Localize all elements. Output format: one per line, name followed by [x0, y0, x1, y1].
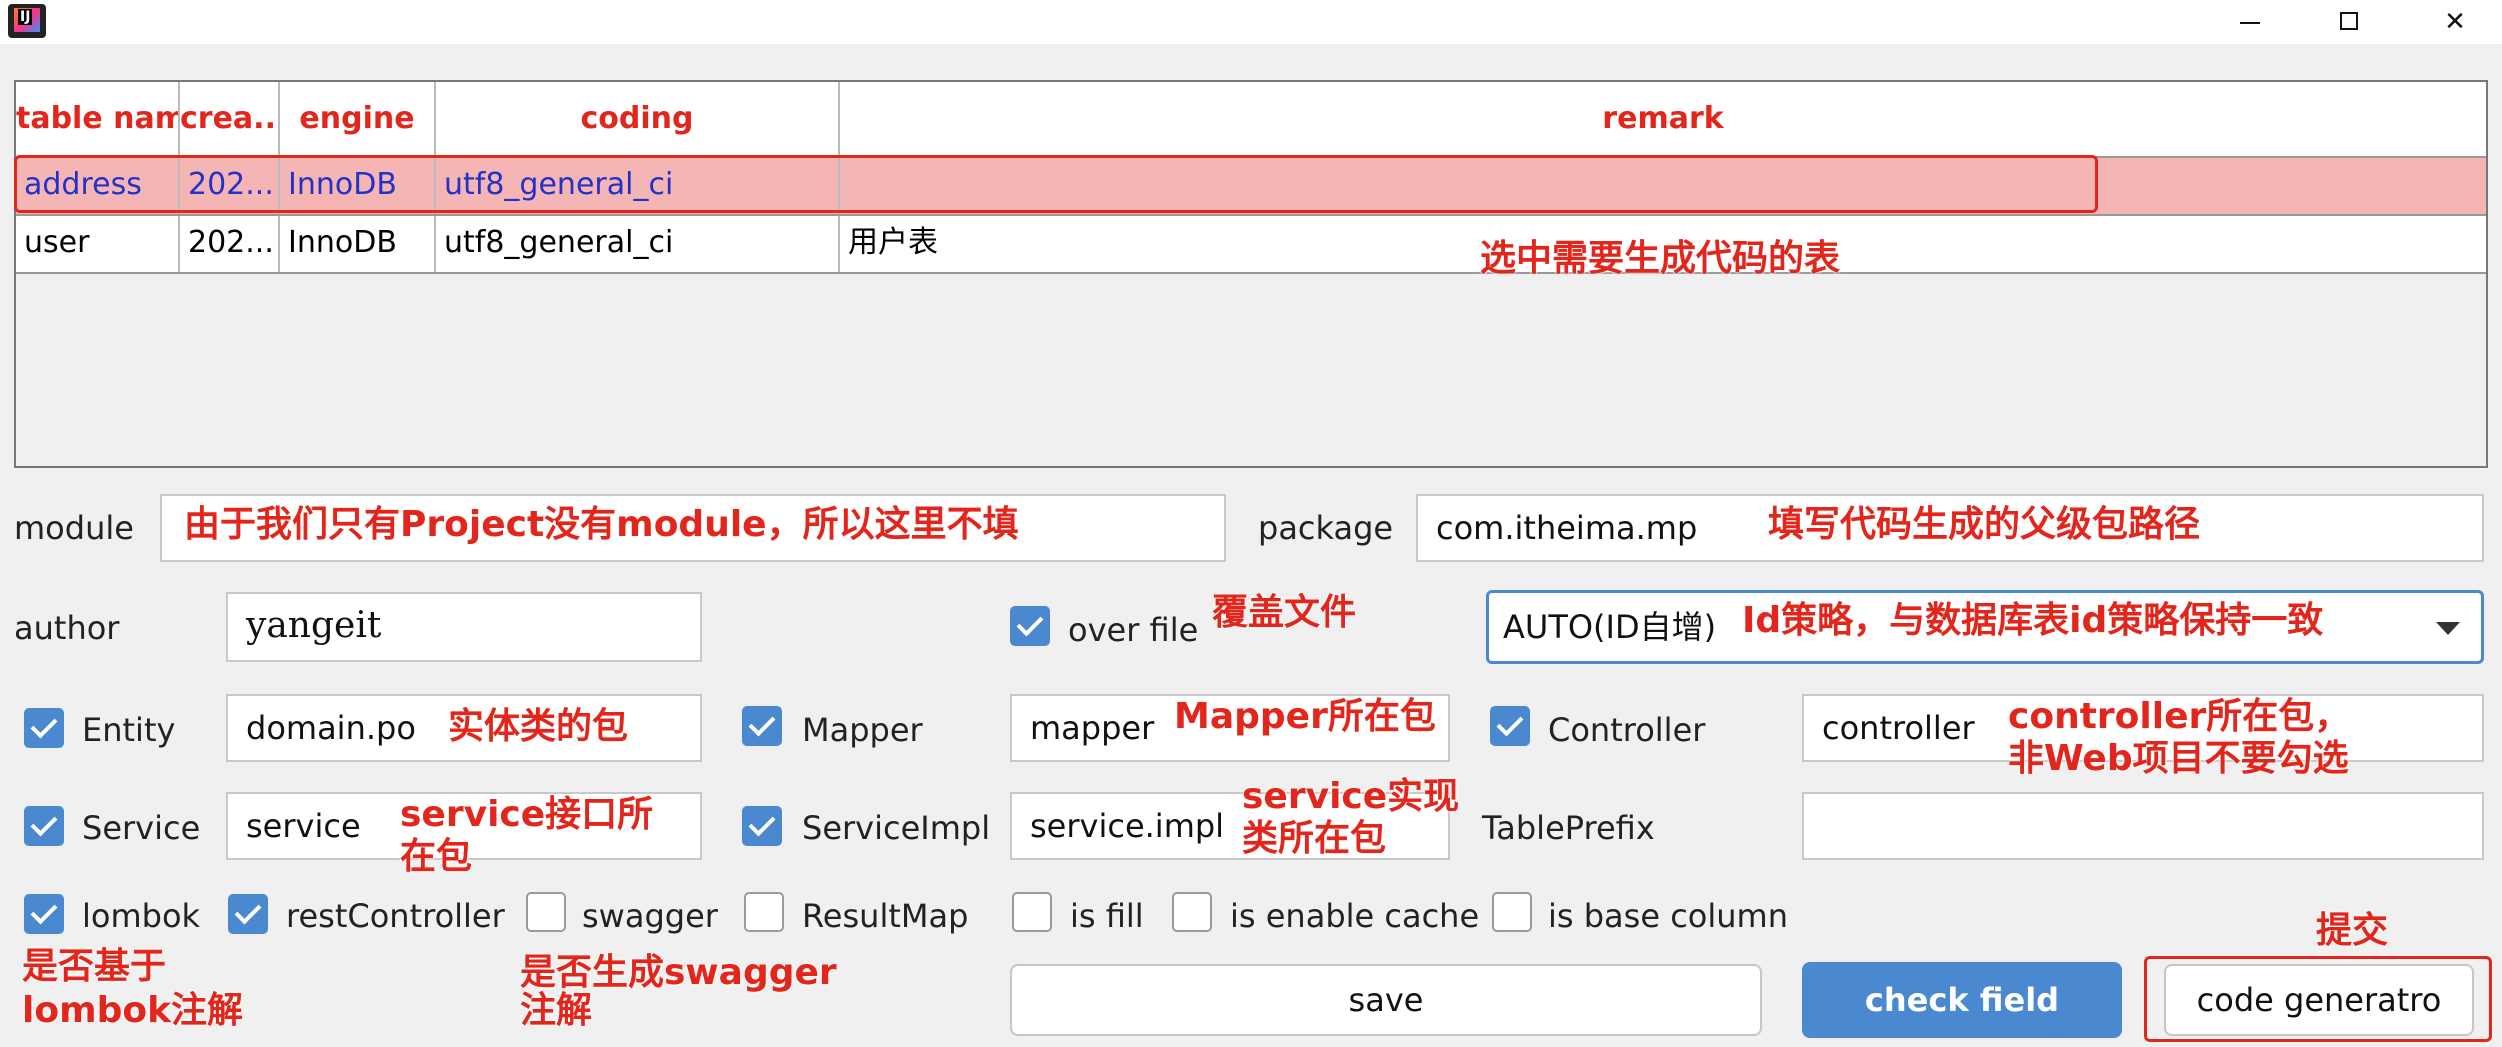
author-label: author: [14, 609, 120, 647]
restcontroller-checkbox[interactable]: [228, 894, 268, 934]
lombok-checkbox[interactable]: [24, 894, 64, 934]
serviceimpl-checkbox[interactable]: [742, 806, 782, 846]
annotation-controller-2: 非Web项目不要勾选: [2008, 738, 2349, 779]
annotation-serviceimpl-1: service实现: [1242, 776, 1460, 817]
save-button[interactable]: save: [1010, 964, 1762, 1036]
annotation-entity: 实体类的包: [448, 706, 629, 747]
annotation-submit: 提交: [2316, 910, 2389, 951]
swagger-checkbox[interactable]: [526, 892, 566, 932]
entity-label: Entity: [82, 711, 176, 749]
controller-checkbox[interactable]: [1490, 706, 1530, 746]
swagger-label: swagger: [582, 897, 718, 935]
column-header[interactable]: table name: [16, 82, 180, 156]
basecolumn-checkbox[interactable]: [1492, 892, 1532, 932]
resultmap-label: ResultMap: [802, 897, 969, 935]
annotation-serviceimpl-2: 类所在包: [1242, 818, 1387, 859]
code-generatro-button[interactable]: code generatro: [2164, 964, 2474, 1036]
minimize-icon[interactable]: [2202, 0, 2296, 44]
chevron-down-icon[interactable]: [2436, 622, 2460, 635]
entity-checkbox[interactable]: [24, 708, 64, 748]
controller-label: Controller: [1548, 711, 1706, 749]
table-cell: 202...: [180, 216, 280, 272]
column-header[interactable]: crea...: [180, 82, 280, 156]
author-input[interactable]: yangeit: [226, 592, 702, 662]
intellij-app-icon: [8, 4, 46, 38]
module-label: module: [14, 509, 134, 547]
annotation-over-file: 覆盖文件: [1212, 592, 1357, 633]
table-row[interactable]: user 202... InnoDB utf8_general_ci 用户表: [16, 216, 2486, 274]
annotation-module: 由于我们只有Project没有module，所以这里不填: [184, 504, 1019, 545]
annotation-controller-1: controller所在包，: [2008, 696, 2351, 737]
maximize-icon[interactable]: [2302, 0, 2396, 44]
over-file-checkbox[interactable]: [1010, 606, 1050, 646]
isfill-checkbox[interactable]: [1012, 892, 1052, 932]
mapper-label: Mapper: [802, 711, 923, 749]
table-header: table name crea... engine coding remark: [16, 82, 2486, 158]
table-list: table name crea... engine coding remark …: [14, 80, 2488, 468]
serviceimpl-label: ServiceImpl: [802, 809, 991, 847]
title-bar: ✕: [0, 0, 2502, 44]
annotation-id-strategy: Id策略，与数据库表id策略保持一致: [1742, 600, 2324, 641]
annotation-service-1: service接口所: [400, 794, 654, 835]
tableprefix-label: TablePrefix: [1482, 809, 1655, 847]
annotation-package: 填写代码生成的父级包路径: [1768, 504, 2201, 545]
isfill-label: is fill: [1070, 897, 1144, 935]
tableprefix-input[interactable]: [1802, 792, 2484, 860]
mapper-checkbox[interactable]: [742, 706, 782, 746]
enablecache-checkbox[interactable]: [1172, 892, 1212, 932]
column-header[interactable]: coding: [436, 82, 840, 156]
annotation-swagger-2: 注解: [520, 990, 593, 1031]
annotation-select-table: 选中需要生成代码的表: [1480, 238, 1841, 279]
lombok-label: lombok: [82, 897, 201, 935]
enablecache-label: is enable cache: [1230, 897, 1480, 935]
service-checkbox[interactable]: [24, 806, 64, 846]
table-cell: utf8_general_ci: [436, 216, 840, 272]
table-cell: InnoDB: [280, 216, 436, 272]
annotation-mapper: Mapper所在包: [1174, 696, 1436, 737]
column-header[interactable]: engine: [280, 82, 436, 156]
table-cell: user: [16, 216, 180, 272]
check-field-button[interactable]: check field: [1802, 962, 2122, 1038]
over-file-label: over file: [1068, 611, 1199, 649]
id-strategy-value: AUTO(ID自增): [1503, 608, 1717, 646]
package-label: package: [1258, 509, 1394, 547]
selection-highlight-box: [14, 155, 2098, 213]
annotation-service-2: 在包: [400, 836, 473, 877]
annotation-lombok-2: lombok注解: [22, 990, 244, 1031]
service-label: Service: [82, 809, 201, 847]
annotation-swagger-1: 是否生成swagger: [520, 952, 837, 993]
basecolumn-label: is base column: [1548, 897, 1788, 935]
restcontroller-label: restController: [286, 897, 505, 935]
annotation-lombok-1: 是否基于: [22, 946, 167, 987]
column-header[interactable]: remark: [840, 82, 2486, 156]
close-icon[interactable]: ✕: [2408, 0, 2502, 44]
resultmap-checkbox[interactable]: [744, 892, 784, 932]
